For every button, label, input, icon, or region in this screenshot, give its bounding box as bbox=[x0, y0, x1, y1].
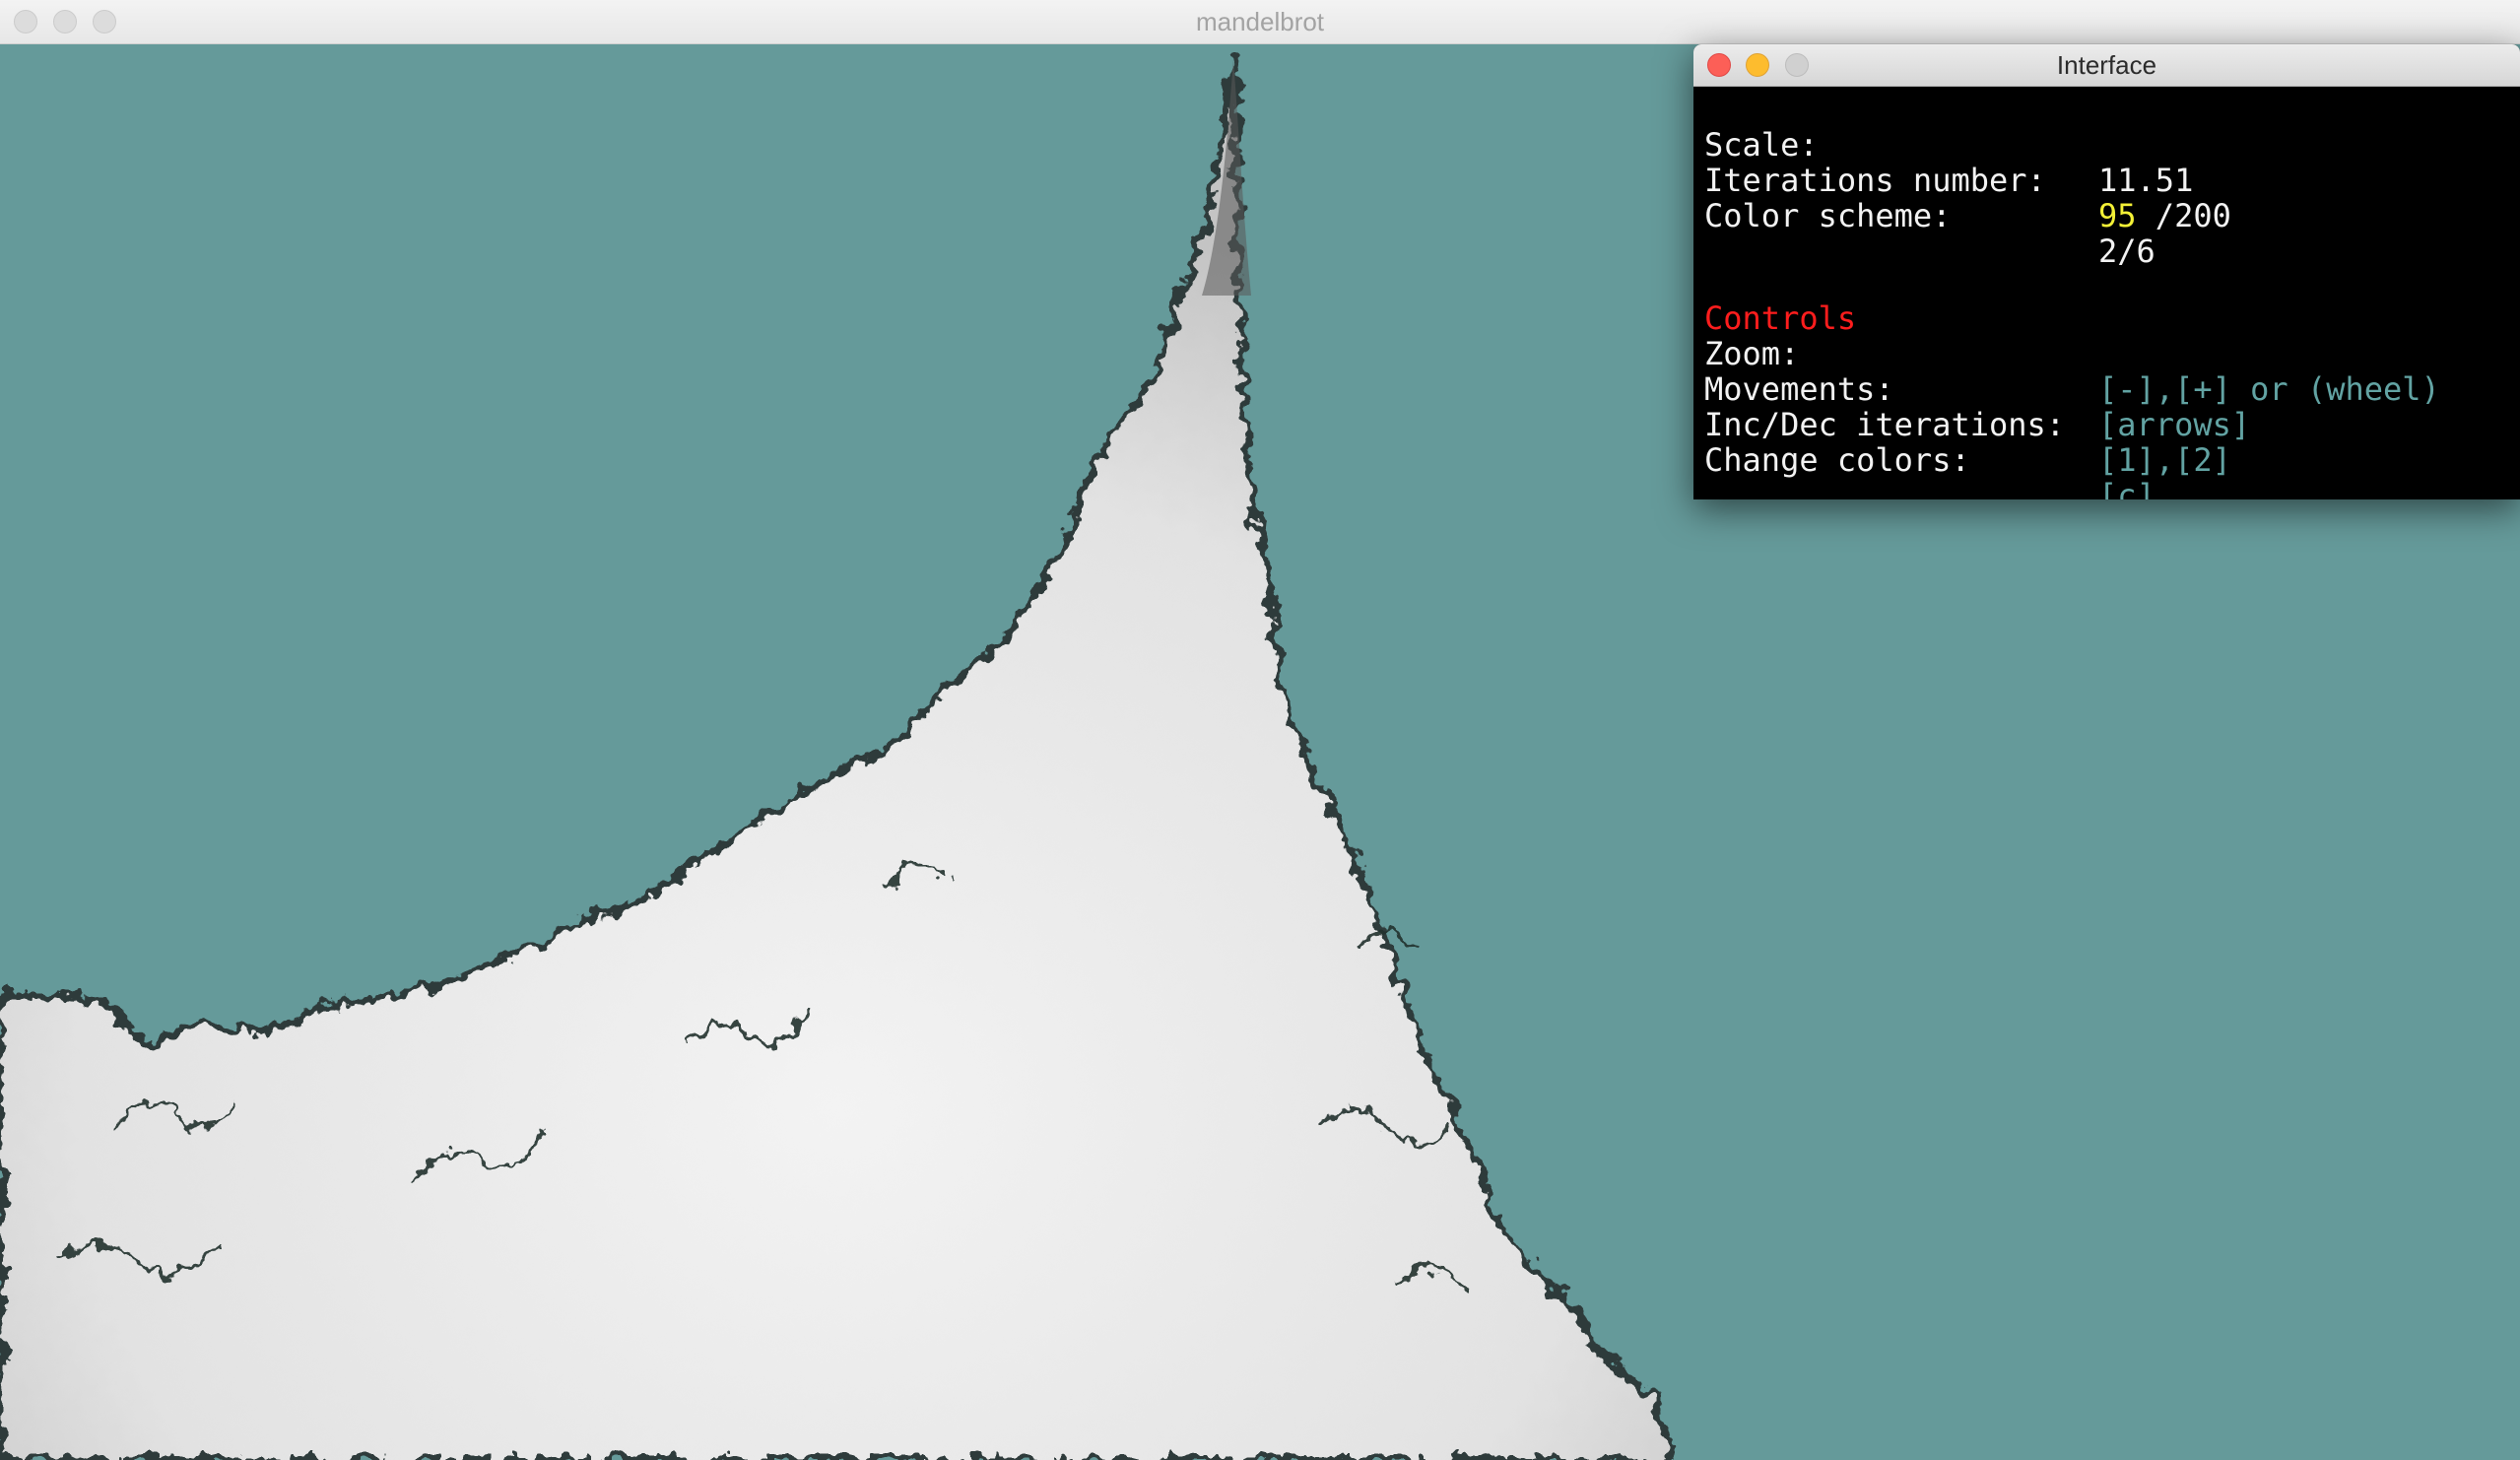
colors-label: Change colors: bbox=[1704, 441, 1970, 479]
controls-heading: Controls bbox=[1704, 265, 1856, 336]
iterations-max: /200 bbox=[2136, 197, 2231, 234]
color-scheme-label: Color scheme: bbox=[1704, 197, 1952, 234]
scale-row: Scale: 11.51 bbox=[1704, 92, 2193, 198]
iterations-value: 95 /200 bbox=[2098, 198, 2231, 233]
window-title: mandelbrot bbox=[1195, 7, 1325, 36]
iterations-row: Iterations number: 95 /200 bbox=[1704, 127, 2231, 233]
movements-row: Movements: [arrows] bbox=[1704, 336, 2250, 442]
mandelbrot-window: mandelbrot Interface Scale: 11.51 Iterat… bbox=[0, 0, 2520, 1460]
color-scheme-value: 2/6 bbox=[2098, 232, 2155, 270]
colors-row: Change colors: [c] bbox=[1704, 407, 2155, 499]
colors-keys: [c] bbox=[2098, 477, 2155, 499]
zoom-row: Zoom: [-],[+] or (wheel) bbox=[1704, 300, 2440, 407]
iterations-control-row: Inc/Dec iterations: [1],[2] bbox=[1704, 371, 2231, 478]
scale-value: 11.51 bbox=[2098, 162, 2194, 199]
window-titlebar[interactable]: mandelbrot bbox=[0, 0, 2520, 44]
zoom-keys: [-],[+] or (wheel) bbox=[2098, 370, 2440, 408]
movements-keys: [arrows] bbox=[2098, 406, 2251, 443]
iterations-control-keys: [1],[2] bbox=[2098, 441, 2231, 479]
interface-body: Scale: 11.51 Iterations number: 95 /200 … bbox=[1704, 92, 2520, 499]
iterations-current: 95 bbox=[2098, 197, 2137, 234]
interface-titlebar[interactable]: Interface bbox=[1693, 44, 2520, 87]
color-scheme-row: Color scheme: 2/6 bbox=[1704, 163, 2155, 269]
interface-title: Interface bbox=[2056, 50, 2157, 80]
interface-panel[interactable]: Interface Scale: 11.51 Iterations number… bbox=[1693, 44, 2520, 499]
fractal-body bbox=[0, 50, 1679, 1460]
